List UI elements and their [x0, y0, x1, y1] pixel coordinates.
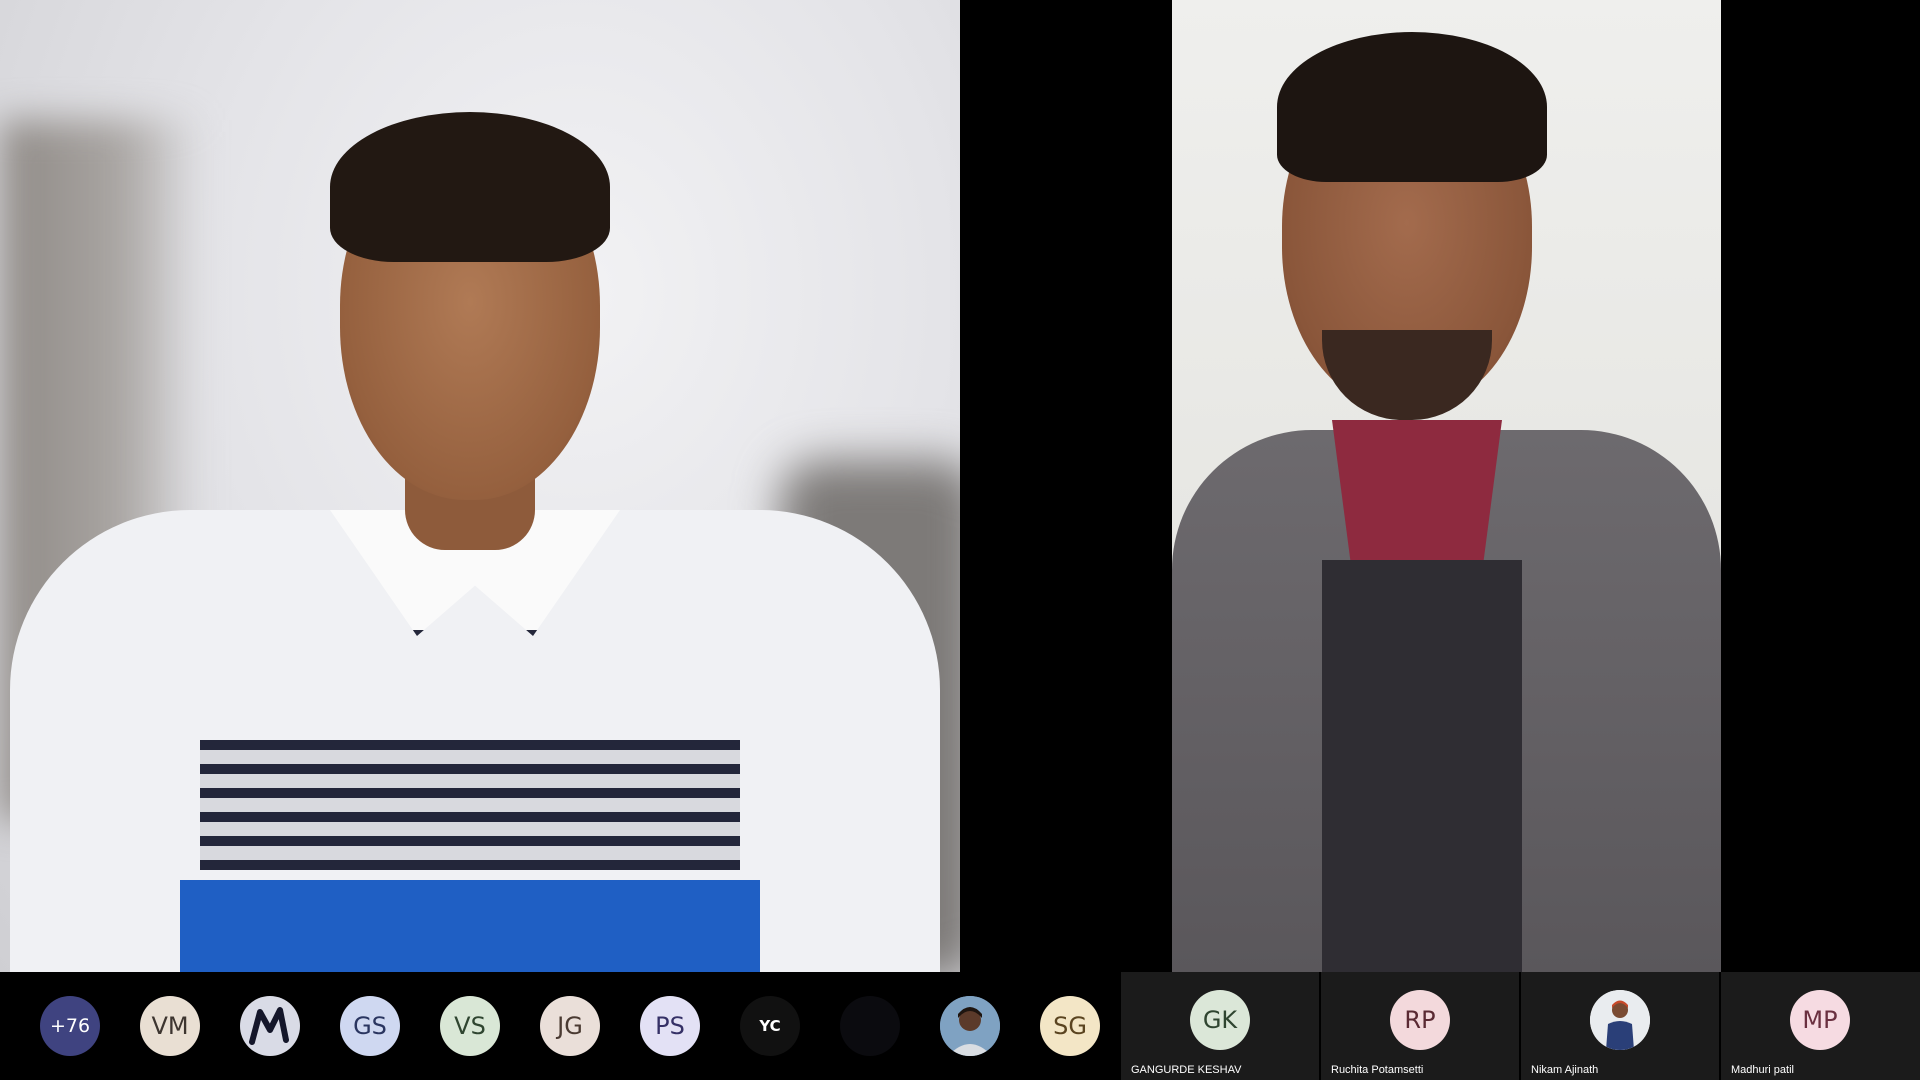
- avatar-initials: VS: [440, 996, 500, 1056]
- avatar-initials: PS: [640, 996, 700, 1056]
- participant-name: GANGURDE KESHAV: [1131, 1064, 1242, 1076]
- more-participants-badge: +76: [40, 996, 100, 1056]
- participant-tile[interactable]: MP Madhuri patil: [1721, 972, 1920, 1080]
- participant-name: Nikam Ajinath: [1531, 1064, 1599, 1076]
- shirt-stripes: [200, 740, 740, 870]
- profile-photo-icon: [940, 996, 1000, 1056]
- participant-name: Ruchita Potamsetti: [1331, 1064, 1424, 1076]
- participant-vest: [1322, 560, 1522, 972]
- participant-hair: [1277, 32, 1547, 182]
- participant-strip: +76 VM GS VS JG PS YC SG GK GANGURDE KES…: [0, 972, 1920, 1080]
- avatar-initials: GS: [340, 996, 400, 1056]
- participant-avatar[interactable]: JG: [520, 972, 620, 1080]
- avatar-initials: VM: [140, 996, 200, 1056]
- participant-tile[interactable]: GK GANGURDE KESHAV: [1121, 972, 1319, 1080]
- video-stage: [0, 0, 1920, 972]
- participant-tile[interactable]: Nikam Ajinath: [1521, 972, 1719, 1080]
- profile-photo-icon: [1590, 990, 1650, 1050]
- participant-video-left[interactable]: [0, 0, 960, 972]
- participant-avatar[interactable]: [220, 972, 320, 1080]
- participant-hair: [330, 112, 610, 262]
- participant-body: [10, 510, 940, 972]
- avatar-initials: GK: [1190, 990, 1250, 1050]
- shirt-blue-band: [180, 880, 760, 972]
- participant-video-right[interactable]: [1172, 0, 1721, 972]
- m-logo-icon: [240, 996, 300, 1056]
- participant-avatar[interactable]: PS: [620, 972, 720, 1080]
- participant-avatar[interactable]: VS: [420, 972, 520, 1080]
- participant-avatar[interactable]: SG: [1020, 972, 1120, 1080]
- participant-avatar[interactable]: [920, 972, 1020, 1080]
- participant-beard: [1322, 330, 1492, 420]
- avatar-dark: [840, 996, 900, 1056]
- participant-name: Madhuri patil: [1731, 1064, 1794, 1076]
- participant-avatar[interactable]: GS: [320, 972, 420, 1080]
- avatar-initials: JG: [540, 996, 600, 1056]
- participant-avatar[interactable]: [820, 972, 920, 1080]
- participant-tile[interactable]: RP Ruchita Potamsetti: [1321, 972, 1519, 1080]
- avatar-initials: YC: [740, 996, 800, 1056]
- more-participants-button[interactable]: +76: [20, 972, 120, 1080]
- participant-avatar[interactable]: VM: [120, 972, 220, 1080]
- avatar-initials: RP: [1390, 990, 1450, 1050]
- participant-avatar[interactable]: YC: [720, 972, 820, 1080]
- avatar-initials: MP: [1790, 990, 1850, 1050]
- avatar-initials: SG: [1040, 996, 1100, 1056]
